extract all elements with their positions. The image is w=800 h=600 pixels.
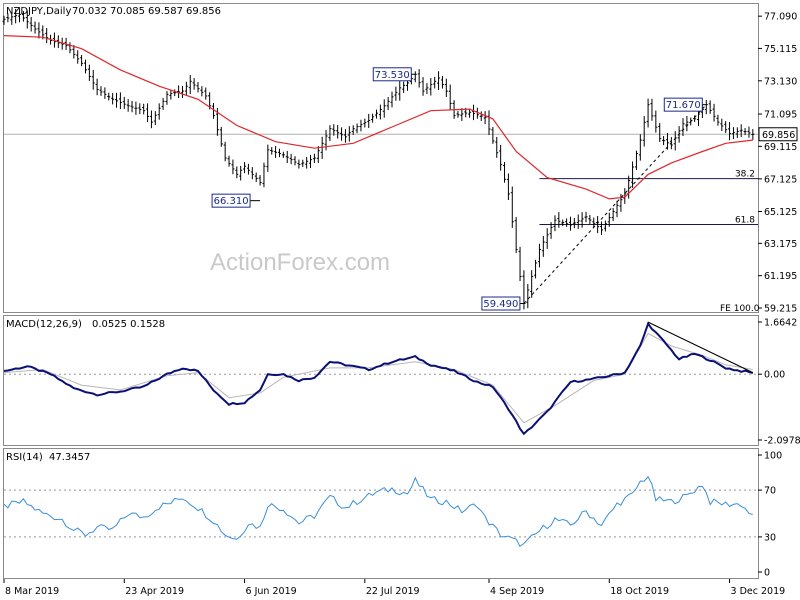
rsi-values: 47.3457 [49,452,90,463]
x-tick-label: 22 Jul 2019 [366,586,420,597]
price-y-tick-label: 63.175 [764,239,797,250]
annotation-label: 73.530 [375,70,410,81]
fe-footnote: FE 100.0 [720,304,760,314]
x-tick-label: 6 Jun 2019 [246,586,297,597]
price-y-tick-label: 65.125 [764,207,797,218]
annotation-label: 71.670 [666,100,701,111]
price-y-tick-label: 73.130 [764,76,797,87]
price-y-tick-label: 67.125 [764,174,797,185]
price-y-tick-label: 61.195 [764,271,797,282]
macd-y-tick-label: -2.0978 [764,436,800,447]
price-y-tick-label: 77.090 [764,12,797,23]
rsi-y-tick-label: 30 [764,532,776,543]
rsi-panel [3,448,759,579]
x-tick-label: 18 Oct 2019 [610,586,669,597]
nzdjpy-daily-chart: ActionForex.com NZDJPY,Daily 70.032 70.0… [0,0,800,600]
fib-level-label: 38.2 [735,170,755,180]
x-tick-label: 23 Apr 2019 [125,586,184,597]
annotation-label: 59.490 [483,299,518,310]
price-ohlc-low: 69.587 [148,6,183,17]
price-y-tick-label: 71.095 [764,110,797,121]
annotation-label: 66.310 [214,196,249,207]
price-ohlc-high: 70.085 [110,6,145,17]
x-tick-label: 3 Dec 2019 [731,586,786,597]
rsi-y-tick-label: 70 [764,486,776,497]
macd-title: MACD(12,26,9) [6,319,82,330]
price-y-tick-label: 69.115 [764,142,797,153]
watermark: ActionForex.com [210,249,390,276]
rsi-title: RSI(14) [6,452,43,463]
price-y-tick-label: 59.215 [764,304,797,315]
fib-level-label: 61.8 [735,215,755,225]
last-price-label: 69.856 [762,130,795,141]
price-ohlc-close: 69.856 [186,6,221,17]
rsi-y-tick-label: 100 [764,451,782,462]
price-y-tick-label: 75.115 [764,44,797,55]
macd-values: 0.0525 0.1528 [92,319,165,330]
macd-y-tick-label: 1.6642 [764,318,797,329]
macd-y-tick-label: 0.00 [764,370,785,381]
price-ohlc-open: 70.032 [72,6,107,17]
rsi-y-tick-label: 0 [764,568,770,579]
x-tick-label: 4 Sep 2019 [490,586,544,597]
x-tick-label: 8 Mar 2019 [5,586,59,597]
